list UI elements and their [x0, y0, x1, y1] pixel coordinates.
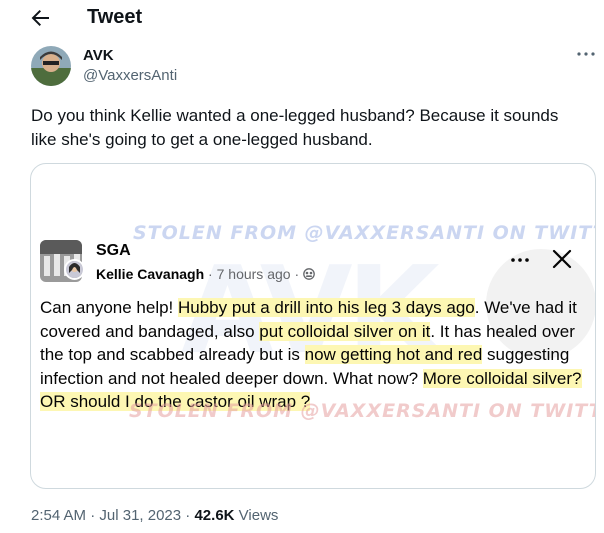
tweet-text: Do you think Kellie wanted a one-legged …	[31, 104, 591, 152]
tweet-text-line: Do you think Kellie wanted a one-legged …	[31, 106, 559, 125]
more-horizontal-icon[interactable]	[574, 44, 598, 64]
watermark-text: STOLEN FROM @VAXXERSANTI ON TWITTER	[133, 222, 596, 244]
watermark-text: STOLEN FROM @VAXXERSANTI ON TWITTER	[129, 400, 596, 422]
poster-avatar	[64, 259, 85, 280]
post-time: 7 hours ago	[216, 266, 291, 282]
page-title: Tweet	[87, 6, 143, 28]
separator-dot: ·	[294, 266, 304, 282]
poster-line: Kellie Cavanagh · 7 hours ago ·	[96, 266, 315, 282]
arrow-left-icon[interactable]	[28, 6, 52, 30]
tweet-meta: 2:54 AM · Jul 31, 2023 · 42.6K Views	[31, 507, 278, 524]
author-handle[interactable]: @VaxxersAnti	[83, 67, 177, 84]
highlighted-text: now getting hot and red	[304, 345, 483, 364]
close-icon	[552, 249, 572, 269]
tweet-time[interactable]: 2:54 AM	[31, 507, 86, 524]
tweet-date[interactable]: Jul 31, 2023	[99, 507, 181, 524]
post-body: Can anyone help! Hubby put a drill into …	[40, 296, 588, 414]
poster-name: Kellie Cavanagh	[96, 266, 205, 282]
highlighted-text: put colloidal silver on it	[259, 321, 431, 341]
tweet-text-line: like she's going to get a one-legged hus…	[31, 130, 373, 149]
tweet-media-image[interactable]: AVK STOLEN FROM @VAXXERSANTI ON TWITTER …	[30, 163, 596, 489]
views-label: Views	[234, 507, 279, 524]
tweet-header: Tweet	[0, 0, 604, 36]
views-count: 42.6K	[194, 507, 235, 524]
more-horizontal-icon	[511, 258, 529, 262]
author-avatar[interactable]	[31, 46, 71, 86]
separator-dot: ·	[86, 507, 100, 524]
group-name: SGA	[96, 242, 131, 259]
separator-dot: ·	[208, 266, 217, 282]
separator-dot: ·	[181, 507, 195, 524]
post-text: Can anyone help!	[40, 298, 178, 317]
highlighted-text: Hubby put a drill into his leg 3 days ag…	[178, 298, 475, 317]
author-name[interactable]: AVK	[83, 47, 114, 64]
group-privacy-icon	[303, 268, 315, 280]
